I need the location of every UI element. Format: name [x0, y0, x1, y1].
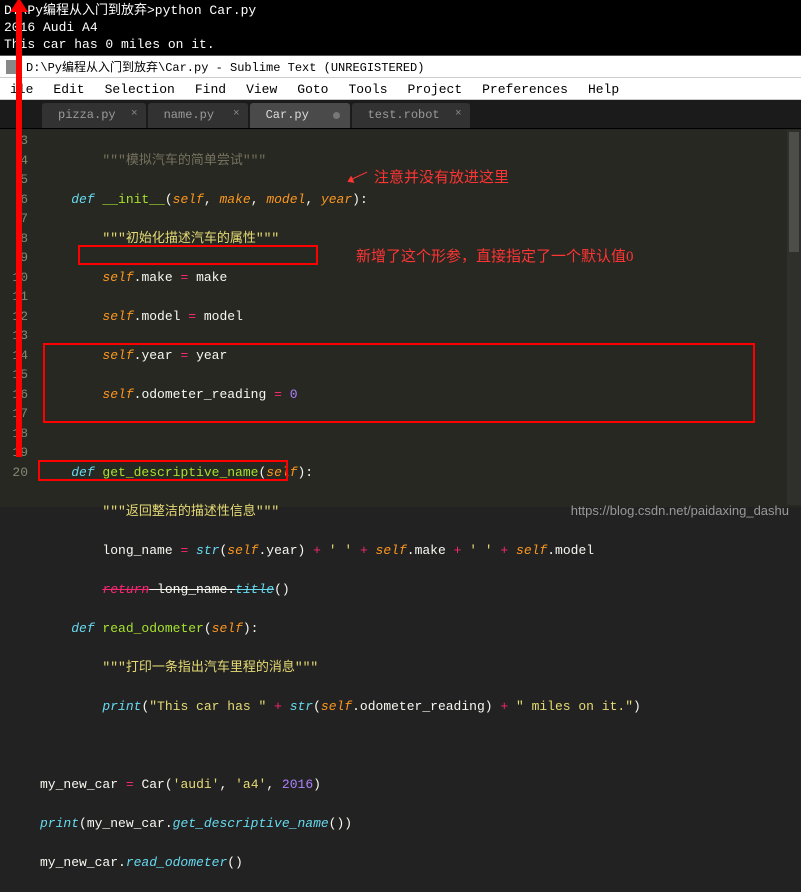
menu-preferences[interactable]: Preferences: [474, 81, 576, 96]
menu-bar: ile Edit Selection Find View Goto Tools …: [0, 78, 801, 100]
terminal-line: This car has 0 miles on it.: [4, 36, 797, 53]
annotation-arrow-head: [10, 0, 28, 12]
window-titlebar: D:\Py编程从入门到放弃\Car.py - Sublime Text (UNR…: [0, 56, 801, 78]
tab-bar: pizza.py× name.py× Car.py test.robot×: [0, 100, 801, 129]
menu-project[interactable]: Project: [400, 81, 471, 96]
annotation-arrow: [16, 5, 22, 457]
watermark: https://blog.csdn.net/paidaxing_dashu: [571, 503, 789, 518]
terminal-line: D:\Py编程从入门到放弃>python Car.py: [4, 2, 797, 19]
terminal-line: 2016 Audi A4: [4, 19, 797, 36]
annotation-box: [38, 460, 288, 481]
close-icon[interactable]: ×: [233, 108, 240, 120]
window-title: D:\Py编程从入门到放弃\Car.py - Sublime Text (UNR…: [26, 58, 424, 75]
modified-icon: [333, 112, 340, 119]
annotation-box: [43, 343, 755, 423]
tab-car[interactable]: Car.py: [250, 103, 350, 128]
annotation-text: 注意并没有放进这里: [374, 166, 509, 187]
menu-goto[interactable]: Goto: [289, 81, 336, 96]
tab-name[interactable]: name.py×: [148, 103, 248, 128]
scrollbar[interactable]: [787, 130, 801, 505]
annotation-text: 新增了这个形参，直接指定了一个默认值0: [356, 245, 634, 266]
menu-view[interactable]: View: [238, 81, 285, 96]
tab-pizza[interactable]: pizza.py×: [42, 103, 146, 128]
menu-find[interactable]: Find: [187, 81, 234, 96]
close-icon[interactable]: ×: [455, 108, 462, 120]
tab-test[interactable]: test.robot×: [352, 103, 470, 128]
close-icon[interactable]: ×: [131, 108, 138, 120]
menu-edit[interactable]: Edit: [45, 81, 92, 96]
menu-help[interactable]: Help: [580, 81, 627, 96]
terminal-output: D:\Py编程从入门到放弃>python Car.py 2016 Audi A4…: [0, 0, 801, 56]
menu-tools[interactable]: Tools: [341, 81, 396, 96]
scrollbar-thumb[interactable]: [789, 132, 799, 252]
menu-selection[interactable]: Selection: [97, 81, 183, 96]
annotation-box: [78, 245, 318, 265]
